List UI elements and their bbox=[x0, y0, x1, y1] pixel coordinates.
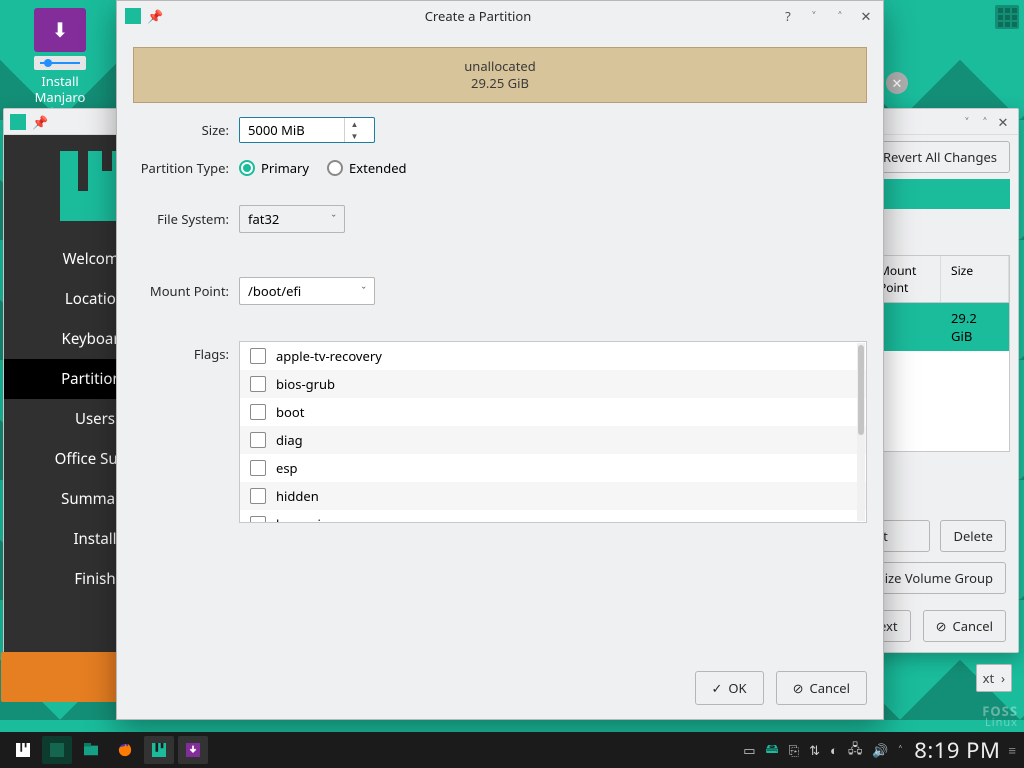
calamares-task-icon[interactable] bbox=[144, 736, 174, 764]
dialog-title: Create a Partition bbox=[177, 7, 779, 25]
flag-label: bios-grub bbox=[276, 375, 335, 393]
radio-extended[interactable]: Extended bbox=[327, 159, 407, 177]
flag-row-esp[interactable]: esp bbox=[240, 454, 866, 482]
flag-label: boot bbox=[276, 403, 304, 421]
size-field[interactable] bbox=[240, 118, 344, 142]
mount-point-value: /boot/efi bbox=[248, 282, 301, 300]
pin-icon[interactable]: 📌 bbox=[147, 7, 163, 25]
chevron-down-icon: ˇ bbox=[331, 212, 336, 227]
window-maximize-icon[interactable]: ˄ bbox=[831, 7, 849, 25]
watermark: FOSS Linux bbox=[982, 706, 1018, 728]
firefox-icon[interactable] bbox=[110, 736, 140, 764]
checkbox[interactable] bbox=[250, 348, 266, 364]
mount-point-select[interactable]: /boot/efi ˇ bbox=[239, 277, 375, 305]
radio-extended-label: Extended bbox=[349, 159, 407, 177]
desktop-icon-install-manjaro[interactable]: ⬇ Install Manjaro Linux bbox=[20, 8, 100, 121]
cancel-button[interactable]: ⊘ Cancel bbox=[776, 671, 867, 705]
checkbox[interactable] bbox=[250, 488, 266, 504]
label-size: Size: bbox=[133, 121, 239, 139]
flags-list: apple-tv-recovery bios-grub boot diag es… bbox=[239, 341, 867, 523]
radio-primary[interactable]: Primary bbox=[239, 159, 309, 177]
unallocated-space-bar[interactable]: unallocated 29.25 GiB bbox=[133, 47, 867, 103]
tray-update-icon[interactable]: ⇅ bbox=[809, 741, 820, 759]
chevron-down-icon: ˇ bbox=[361, 284, 366, 299]
window-minimize-icon[interactable]: ˅ bbox=[805, 7, 823, 25]
installer-app-icon: ⬇ bbox=[34, 8, 86, 52]
unallocated-label: unallocated bbox=[464, 58, 536, 75]
flag-row-boot[interactable]: boot bbox=[240, 398, 866, 426]
check-icon: ✓ bbox=[712, 679, 723, 697]
flag-row-hidden[interactable]: hidden bbox=[240, 482, 866, 510]
flag-row-hpservice[interactable]: hpservice bbox=[240, 510, 866, 523]
checkbox[interactable] bbox=[250, 516, 266, 523]
tray-chevron-up-icon[interactable]: ˄ bbox=[899, 741, 903, 759]
spin-up-icon[interactable]: ▲ bbox=[345, 118, 364, 130]
tray-usb-icon[interactable]: 🖴 bbox=[766, 739, 779, 762]
dialog-titlebar: 📌 Create a Partition ? ˅ ˄ ✕ bbox=[117, 1, 883, 31]
flag-label: esp bbox=[276, 459, 298, 477]
radio-primary-label: Primary bbox=[261, 159, 309, 177]
tray-clipboard-icon[interactable]: ⎘ bbox=[789, 741, 799, 759]
window-close-icon[interactable]: ✕ bbox=[994, 113, 1012, 131]
pin-icon[interactable]: 📌 bbox=[32, 113, 48, 131]
ok-button[interactable]: ✓ OK bbox=[695, 671, 764, 705]
flag-label: hidden bbox=[276, 487, 319, 505]
filesystem-select[interactable]: fat32 ˇ bbox=[239, 205, 345, 233]
flag-label: diag bbox=[276, 431, 303, 449]
window-close-icon[interactable]: ✕ bbox=[857, 7, 875, 25]
radio-icon bbox=[327, 160, 343, 176]
free-space-size: 29.2 GiB bbox=[941, 303, 1009, 351]
tray-volume-icon[interactable]: 🔊 bbox=[872, 741, 888, 759]
next-chip-peek[interactable]: xt › bbox=[976, 664, 1012, 692]
revert-all-changes-button[interactable]: Revert All Changes bbox=[870, 141, 1010, 173]
cancel-label: Cancel bbox=[810, 679, 850, 697]
cancel-button-installer[interactable]: ⊘ Cancel bbox=[923, 610, 1006, 642]
size-input[interactable]: ▲ ▼ bbox=[239, 117, 375, 143]
filesystem-value: fat32 bbox=[248, 210, 279, 228]
system-tray: ▭ 🖴 ⎘ ⇅ ◐ 🖧 🔊 ˄ bbox=[743, 739, 902, 762]
label-flags: Flags: bbox=[133, 341, 239, 363]
radio-icon bbox=[239, 160, 255, 176]
tray-network-icon[interactable]: 🖧 bbox=[848, 739, 863, 762]
checkbox[interactable] bbox=[250, 404, 266, 420]
checkbox[interactable] bbox=[250, 432, 266, 448]
label-partition-type: Partition Type: bbox=[133, 159, 239, 177]
manjaro-logo-icon bbox=[125, 8, 141, 24]
installer-task-icon[interactable] bbox=[178, 736, 208, 764]
checkbox[interactable] bbox=[250, 376, 266, 392]
flag-row-diag[interactable]: diag bbox=[240, 426, 866, 454]
cancel-icon: ⊘ bbox=[936, 617, 947, 635]
file-manager-icon[interactable] bbox=[76, 736, 106, 764]
flag-row-apple-tv-recovery[interactable]: apple-tv-recovery bbox=[240, 342, 866, 370]
show-desktop-icon[interactable] bbox=[42, 736, 72, 764]
window-minimize-icon[interactable]: ˅ bbox=[958, 113, 976, 131]
flag-label: hpservice bbox=[276, 515, 335, 523]
column-size: Size bbox=[941, 256, 1009, 302]
label-filesystem: File System: bbox=[133, 210, 239, 228]
background-window-close[interactable]: ✕ bbox=[886, 72, 908, 94]
taskbar-clock[interactable]: 8:19 PM bbox=[914, 735, 1000, 765]
checkbox[interactable] bbox=[250, 460, 266, 476]
flag-row-bios-grub[interactable]: bios-grub bbox=[240, 370, 866, 398]
unallocated-size: 29.25 GiB bbox=[471, 75, 529, 92]
tray-window-icon[interactable]: ▭ bbox=[743, 741, 755, 759]
installer-icon-decoration bbox=[34, 56, 86, 70]
spin-down-icon[interactable]: ▼ bbox=[345, 130, 364, 142]
ok-label: OK bbox=[728, 679, 746, 697]
tray-overflow-icon[interactable]: ≡ bbox=[1008, 741, 1016, 759]
tray-shield-icon[interactable]: ◐ bbox=[830, 741, 838, 759]
window-maximize-icon[interactable]: ˄ bbox=[976, 113, 994, 131]
label-mount-point: Mount Point: bbox=[133, 282, 239, 300]
app-grid-button[interactable] bbox=[995, 5, 1019, 29]
taskbar: ▭ 🖴 ⎘ ⇅ ◐ 🖧 🔊 ˄ 8:19 PM ≡ bbox=[0, 732, 1024, 768]
flag-label: apple-tv-recovery bbox=[276, 347, 382, 365]
app-launcher-icon[interactable] bbox=[8, 736, 38, 764]
cancel-icon: ⊘ bbox=[793, 679, 804, 697]
manjaro-logo-icon bbox=[10, 114, 26, 130]
flags-scrollbar[interactable] bbox=[857, 343, 865, 521]
delete-button[interactable]: Delete bbox=[940, 520, 1006, 552]
background-orange-strip bbox=[1, 652, 117, 702]
help-icon[interactable]: ? bbox=[779, 7, 797, 25]
create-partition-dialog: 📌 Create a Partition ? ˅ ˄ ✕ unallocated… bbox=[116, 0, 884, 720]
